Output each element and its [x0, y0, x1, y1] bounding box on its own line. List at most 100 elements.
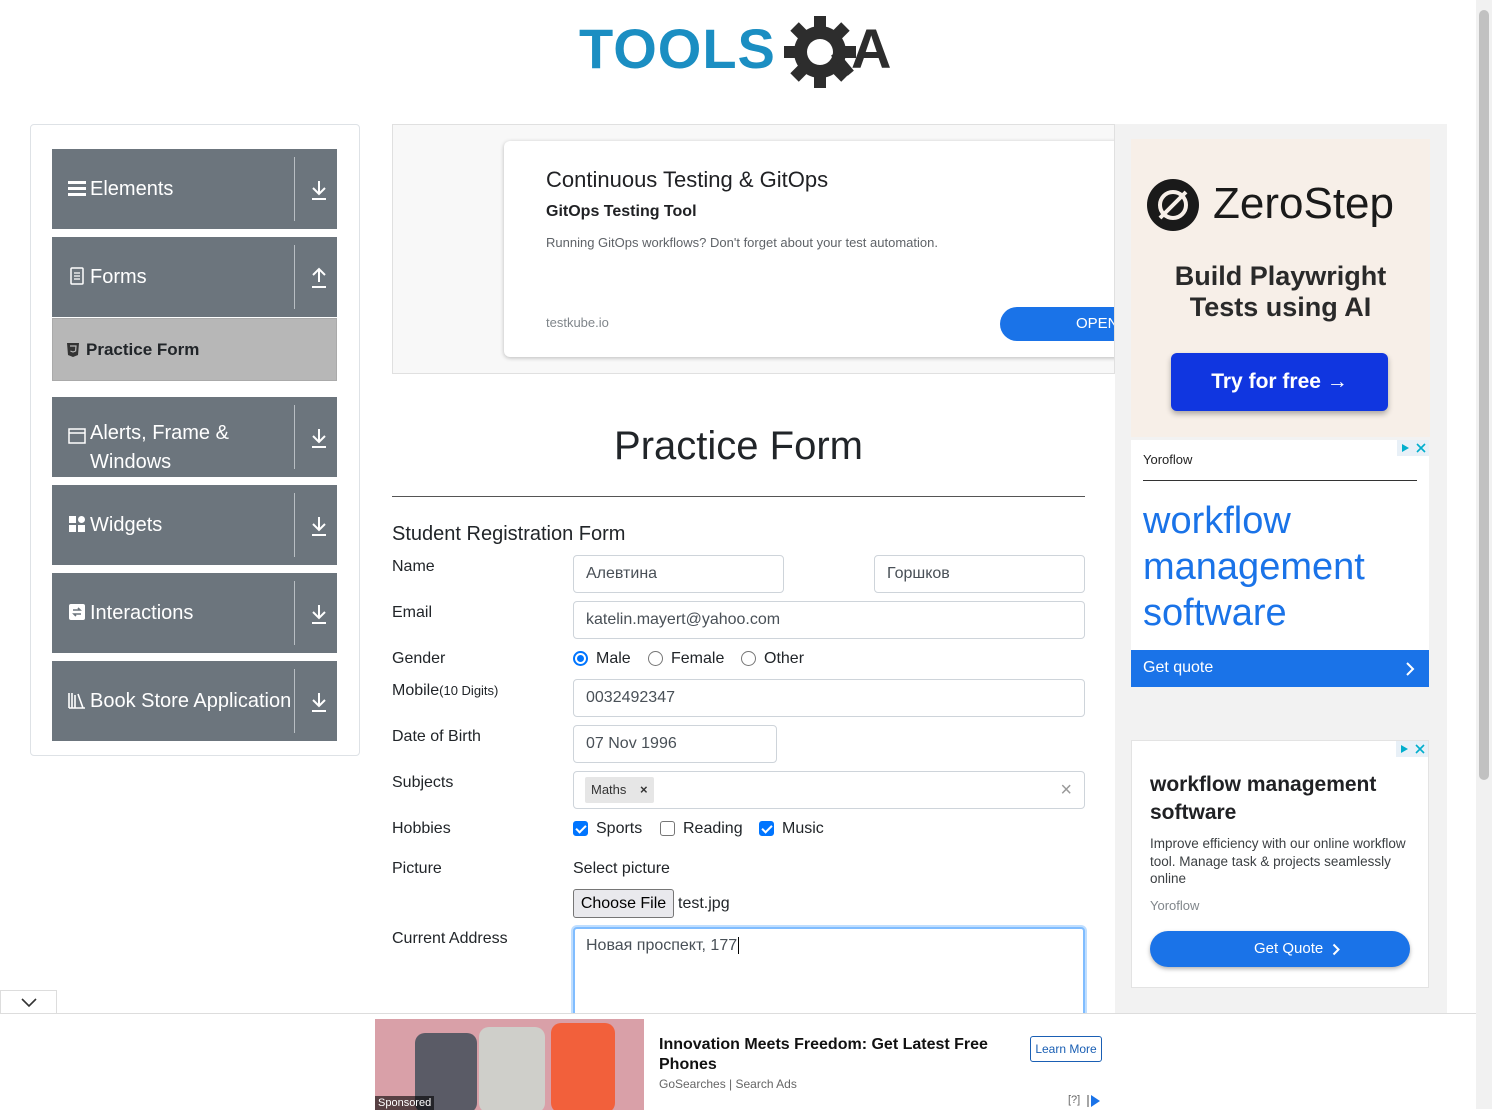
gender-other-label[interactable]: Other	[764, 650, 804, 668]
hamburger-icon	[68, 181, 86, 196]
gender-male-label[interactable]: Male	[596, 650, 631, 668]
subjects-input[interactable]: Maths × ×	[573, 771, 1085, 809]
download-icon[interactable]	[310, 179, 328, 201]
sidebar: Elements Forms Practice Form Alerts, Fra…	[30, 124, 360, 756]
toolsqa-logo[interactable]: TOOLS A	[579, 16, 909, 92]
subject-remove-icon[interactable]: ×	[640, 782, 648, 797]
sidebar-group-elements[interactable]: Elements	[52, 149, 337, 229]
choose-file-button[interactable]: Choose File	[573, 889, 674, 918]
hobby-music-label[interactable]: Music	[782, 820, 824, 838]
bottom-ad-headline-2: Phones	[659, 1056, 717, 1073]
ad-title: Continuous Testing & GitOps	[546, 167, 829, 192]
top-ad-banner[interactable]: Continuous Testing & GitOps GitOps Testi…	[392, 124, 1115, 374]
yoroflow2-headline-1: workflow management	[1150, 773, 1377, 796]
zerostep-try-button[interactable]: Try for free →	[1171, 353, 1388, 411]
forms-header[interactable]: Forms	[52, 237, 337, 317]
logo-graphic: TOOLS A	[579, 16, 891, 88]
hobby-sports-label[interactable]: Sports	[596, 820, 642, 838]
mobile-input[interactable]: 0032492347	[573, 679, 1085, 717]
yoroflow-ad-2[interactable]: workflow management software Improve eff…	[1131, 740, 1429, 988]
email-input[interactable]: katelin.mayert@yahoo.com	[573, 601, 1085, 639]
select-picture-label: Select picture	[573, 860, 670, 877]
sidebar-group-label: Book Store Application	[90, 690, 292, 712]
phone-shape	[551, 1023, 615, 1110]
sidebar-item-label: Practice Form	[86, 340, 200, 359]
divider	[294, 405, 295, 469]
window-icon	[68, 428, 86, 444]
zerostep-logo-icon	[1147, 179, 1199, 231]
download-icon[interactable]	[310, 603, 328, 625]
dob-label: Date of Birth	[392, 728, 481, 745]
chevron-down-icon	[21, 998, 37, 1008]
hobby-music-checkbox[interactable]	[759, 821, 774, 836]
gender-label: Gender	[392, 650, 446, 667]
yoroflow-ad-1[interactable]: Yoroflow workflow management software Ge…	[1131, 440, 1429, 687]
ad-domain: testkube.io	[546, 315, 609, 330]
scrollbar-thumb[interactable]	[1479, 10, 1489, 780]
gender-male-radio[interactable]	[573, 651, 588, 666]
adchoices-icon[interactable]	[1396, 741, 1428, 757]
adchoices-icon[interactable]	[1397, 440, 1429, 456]
phones-image: Sponsored	[375, 1019, 644, 1110]
gender-female-radio[interactable]	[648, 651, 663, 666]
yoroflow2-body: Improve efficiency with our online workf…	[1150, 836, 1406, 886]
sidebar-group-label: Forms	[90, 266, 147, 288]
current-address-textarea[interactable]: Новая проспект, 177	[573, 927, 1085, 1027]
adchoices-icon[interactable]	[1086, 1094, 1102, 1108]
divider	[294, 245, 295, 309]
books-icon	[68, 693, 85, 709]
widgets-icon	[69, 516, 85, 532]
hobby-sports-checkbox[interactable]	[573, 821, 588, 836]
upload-icon[interactable]	[310, 267, 328, 289]
current-address-label: Current Address	[392, 930, 508, 947]
download-icon[interactable]	[310, 691, 328, 713]
interactions-icon	[69, 604, 85, 620]
sidebar-group-label-line2: Windows	[90, 451, 172, 473]
yoroflow-headline-2: management	[1143, 546, 1365, 588]
hobby-reading-label[interactable]: Reading	[683, 820, 743, 838]
ad-choices[interactable]	[1397, 440, 1429, 461]
collapse-ad-button[interactable]	[0, 990, 57, 1014]
button-label: Get quote	[1143, 659, 1214, 676]
ad-help-link[interactable]: [?]	[1068, 1094, 1080, 1106]
gender-female-label[interactable]: Female	[671, 650, 724, 668]
hobby-reading-checkbox[interactable]	[660, 821, 675, 836]
zerostep-headline-1: Build Playwright	[1174, 261, 1387, 291]
page-title: Practice Form	[614, 424, 863, 468]
chevron-right-icon	[1406, 662, 1415, 676]
sidebar-group-alerts[interactable]: Alerts, Frame & Windows	[52, 397, 337, 477]
last-name-input[interactable]: Горшков	[874, 555, 1085, 593]
yoroflow-headline-3: software	[1143, 592, 1287, 634]
gender-other-radio[interactable]	[741, 651, 756, 666]
email-label: Email	[392, 604, 433, 621]
learn-more-button[interactable]: Learn More	[1030, 1036, 1102, 1062]
form-title: Student Registration Form	[392, 523, 626, 545]
first-name-input[interactable]: Алевтина	[573, 555, 784, 593]
dob-input[interactable]: 07 Nov 1996	[573, 725, 777, 763]
ad-card[interactable]: Continuous Testing & GitOps GitOps Testi…	[504, 141, 1114, 357]
sponsored-badge: Sponsored	[375, 1096, 435, 1110]
clear-subjects-icon[interactable]: ×	[1060, 772, 1072, 808]
name-label: Name	[392, 558, 435, 575]
yoroflow-brand: Yoroflow	[1143, 452, 1193, 467]
ad-open-button[interactable]: OPEN	[1000, 307, 1114, 341]
download-icon[interactable]	[310, 515, 328, 537]
text-cursor	[738, 937, 740, 954]
ad-choices[interactable]	[1396, 741, 1428, 762]
bottom-ad-headline-1: Innovation Meets Freedom: Get Latest Fre…	[659, 1036, 988, 1053]
sidebar-group-book-store[interactable]: Book Store Application	[52, 661, 337, 741]
yoroflow2-get-quote-button[interactable]: Get Quote	[1150, 931, 1410, 967]
yoroflow-get-quote-button[interactable]: Get quote	[1131, 650, 1429, 687]
sidebar-group-widgets[interactable]: Widgets	[52, 485, 337, 565]
bottom-ad-banner[interactable]: Sponsored Innovation Meets Freedom: Get …	[0, 1013, 1476, 1110]
download-icon[interactable]	[310, 427, 328, 449]
yoroflow-headline-1: workflow	[1143, 500, 1291, 542]
sidebar-group-interactions[interactable]: Interactions	[52, 573, 337, 653]
sidebar-group-label: Widgets	[90, 514, 163, 536]
mobile-label-text: Mobile	[392, 682, 440, 699]
zerostep-ad[interactable]: ZeroStep Build Playwright Tests using AI…	[1131, 139, 1430, 437]
sidebar-item-practice-form[interactable]: Practice Form	[52, 318, 337, 381]
divider	[392, 496, 1085, 497]
divider	[294, 581, 295, 645]
divider	[294, 669, 295, 733]
